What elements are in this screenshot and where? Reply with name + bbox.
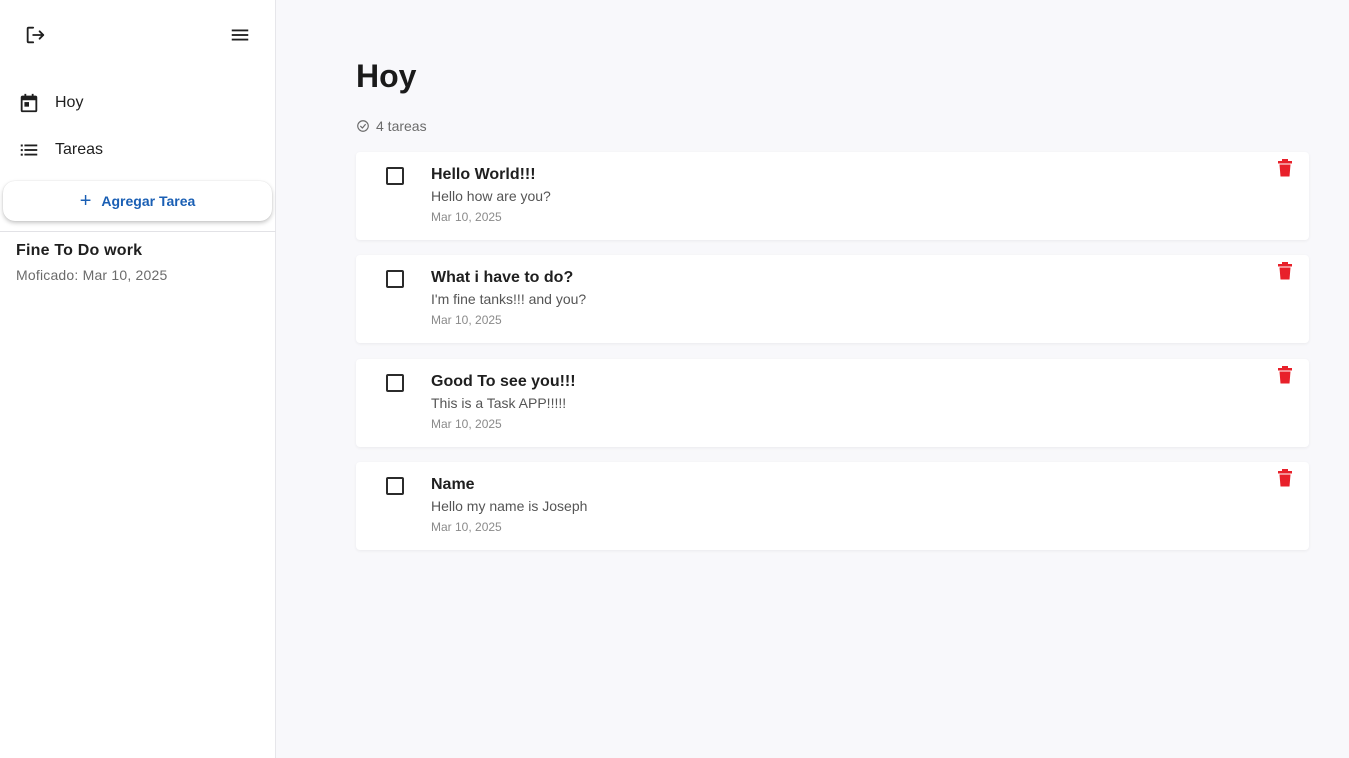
task-title: Good To see you!!! [431, 373, 576, 390]
task-card[interactable]: Name Hello my name is Joseph Mar 10, 202… [356, 462, 1309, 550]
calendar-today-icon [17, 91, 41, 115]
delete-icon[interactable] [1275, 261, 1295, 281]
plus-icon: + [79, 190, 92, 212]
task-card[interactable]: Good To see you!!! This is a Task APP!!!… [356, 359, 1309, 447]
sidebar-item-label: Hoy [55, 94, 84, 111]
main-content: Hoy 4 tareas Hello World!!! Hello how ar… [276, 0, 1349, 758]
logout-icon[interactable] [21, 21, 49, 49]
task-date: Mar 10, 2025 [431, 210, 502, 224]
sidebar-item-tasks[interactable]: Tareas [0, 130, 276, 170]
task-card[interactable]: What i have to do? I'm fine tanks!!! and… [356, 255, 1309, 343]
task-description: I'm fine tanks!!! and you? [431, 291, 587, 307]
task-checkbox[interactable] [386, 167, 404, 185]
task-title: Name [431, 476, 475, 493]
sidebar-item-label: Tareas [55, 141, 104, 158]
task-date: Mar 10, 2025 [431, 313, 502, 327]
list-modified-date: Moficado: Mar 10, 2025 [16, 267, 168, 283]
task-description: Hello my name is Joseph [431, 498, 588, 514]
add-task-label: Agregar Tarea [101, 193, 196, 209]
delete-icon[interactable] [1275, 365, 1295, 385]
list-title: Fine To Do work [16, 242, 143, 259]
check-circle-icon [357, 120, 369, 132]
sidebar-item-today[interactable]: Hoy [0, 83, 276, 123]
delete-icon[interactable] [1275, 158, 1295, 178]
sidebar-divider [0, 231, 276, 232]
task-count-label: 4 tareas [376, 118, 427, 134]
task-checkbox[interactable] [386, 270, 404, 288]
task-date: Mar 10, 2025 [431, 417, 502, 431]
task-title: What i have to do? [431, 269, 574, 286]
task-checkbox[interactable] [386, 477, 404, 495]
task-date: Mar 10, 2025 [431, 520, 502, 534]
sidebar-header [0, 0, 276, 70]
delete-icon[interactable] [1275, 468, 1295, 488]
task-count: 4 tareas [356, 118, 427, 134]
page-title: Hoy [356, 58, 417, 94]
task-description: Hello how are you? [431, 188, 551, 204]
sidebar: Hoy Tareas + Agregar Tarea Fine To Do wo… [0, 0, 276, 758]
menu-icon[interactable] [226, 21, 254, 49]
task-title: Hello World!!! [431, 166, 536, 183]
add-task-button[interactable]: + Agregar Tarea [3, 181, 272, 221]
task-card[interactable]: Hello World!!! Hello how are you? Mar 10… [356, 152, 1309, 240]
task-checkbox[interactable] [386, 374, 404, 392]
task-description: This is a Task APP!!!!! [431, 395, 567, 411]
list-icon [17, 138, 41, 162]
